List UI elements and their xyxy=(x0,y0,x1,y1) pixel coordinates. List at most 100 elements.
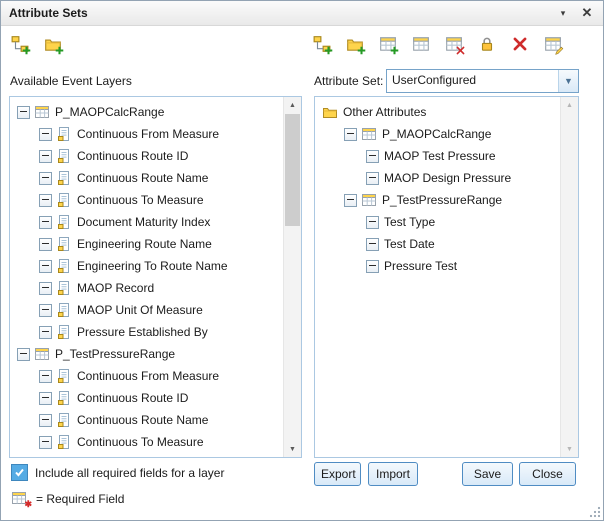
collapse-icon[interactable] xyxy=(39,216,52,229)
tree-row[interactable]: Continuous Route ID xyxy=(10,145,284,167)
tree-row[interactable]: Test Type xyxy=(315,211,561,233)
attribute-set-combobox[interactable]: UserConfigured ▼ xyxy=(386,69,579,93)
tree-row[interactable]: P_MAOPCalcRange xyxy=(315,123,561,145)
dialog-options-button[interactable]: ▾ xyxy=(555,5,571,21)
collapse-icon[interactable] xyxy=(39,304,52,317)
tree-row[interactable]: Pressure Established By xyxy=(10,321,284,343)
dialog-title: Attribute Sets xyxy=(9,6,547,20)
chevron-down-icon: ▾ xyxy=(561,8,566,19)
available-event-layers-list[interactable]: P_MAOPCalcRange Continuous From Measure … xyxy=(9,96,302,458)
field-icon xyxy=(56,434,72,450)
close-button[interactable]: ✕ xyxy=(579,5,595,21)
tree-row[interactable]: MAOP Record xyxy=(10,277,284,299)
tree-row[interactable]: MAOP Test Pressure xyxy=(315,145,561,167)
edit-table-button[interactable] xyxy=(542,33,564,55)
tree-item-label: P_TestPressureRange xyxy=(381,193,502,207)
table-button[interactable] xyxy=(410,33,432,55)
collapse-icon[interactable] xyxy=(366,216,379,229)
tree-row[interactable]: Continuous To Measure xyxy=(10,189,284,211)
close-icon: ✕ xyxy=(582,5,593,21)
tree-item-label: Test Date xyxy=(383,237,435,251)
export-button[interactable]: Export xyxy=(314,462,361,486)
tree-item-label: Continuous Route ID xyxy=(76,149,188,163)
close-dialog-button[interactable]: Close xyxy=(519,462,576,486)
tree-row[interactable]: MAOP Design Pressure xyxy=(315,167,561,189)
tree-item-label: Document Maturity Index xyxy=(76,215,210,229)
combobox-dropdown-icon[interactable]: ▼ xyxy=(558,70,578,92)
collapse-icon[interactable] xyxy=(17,106,30,119)
collapse-icon[interactable] xyxy=(366,238,379,251)
collapse-icon[interactable] xyxy=(39,260,52,273)
field-icon xyxy=(56,412,72,428)
tree-item-label: P_TestPressureRange xyxy=(54,347,175,361)
field-icon xyxy=(56,126,72,142)
tree-row[interactable]: P_TestPressureRange xyxy=(10,343,284,365)
include-required-fields-checkbox[interactable] xyxy=(11,464,28,481)
collapse-icon[interactable] xyxy=(39,282,52,295)
import-button[interactable]: Import xyxy=(368,462,418,486)
collapse-icon[interactable] xyxy=(39,326,52,339)
tree-row[interactable]: Pressure Test xyxy=(315,255,561,277)
tree-row[interactable]: Engineering Route Name xyxy=(10,233,284,255)
collapse-icon[interactable] xyxy=(39,370,52,383)
new-folder-button[interactable] xyxy=(344,33,366,55)
tree-item-label: Continuous Route Name xyxy=(76,413,208,427)
tree-row[interactable]: Continuous Route ID xyxy=(10,387,284,409)
tree-row[interactable]: P_TestPressureRange xyxy=(315,189,561,211)
tree-item-label: Engineering Route Name xyxy=(76,237,212,251)
delete-button[interactable] xyxy=(509,33,531,55)
tree-row[interactable]: Engineering To Route Name xyxy=(10,255,284,277)
tree-item-label: Other Attributes xyxy=(342,105,426,119)
scroll-up-button[interactable]: ▲ xyxy=(561,97,578,113)
collapse-icon[interactable] xyxy=(17,348,30,361)
collapse-icon[interactable] xyxy=(39,414,52,427)
left-tree-rows: P_MAOPCalcRange Continuous From Measure … xyxy=(10,97,284,457)
attribute-set-label: Attribute Set: xyxy=(314,72,383,90)
collapse-icon[interactable] xyxy=(39,172,52,185)
scroll-down-button[interactable]: ▼ xyxy=(561,441,578,457)
lock-button[interactable] xyxy=(476,33,498,55)
attribute-set-tree[interactable]: Other Attributes P_MAOPCalcRange MAOP Te… xyxy=(314,96,579,458)
tree-row[interactable]: Continuous From Measure xyxy=(10,123,284,145)
collapse-icon[interactable] xyxy=(39,238,52,251)
field-icon xyxy=(56,214,72,230)
right-scrollbar[interactable]: ▲ ▼ xyxy=(560,97,578,457)
collapse-icon[interactable] xyxy=(366,260,379,273)
collapse-icon[interactable] xyxy=(39,150,52,163)
collapse-icon[interactable] xyxy=(344,128,357,141)
scrollbar-thumb[interactable] xyxy=(285,114,300,226)
scroll-down-button[interactable]: ▼ xyxy=(284,441,301,457)
plus-icon xyxy=(323,45,334,56)
folder-icon xyxy=(322,104,338,120)
tree-row[interactable]: Continuous Route Name xyxy=(10,167,284,189)
left-scrollbar[interactable]: ▲ ▼ xyxy=(283,97,301,457)
include-required-fields-row[interactable]: Include all required fields for a layer xyxy=(11,464,224,481)
collapse-icon[interactable] xyxy=(39,128,52,141)
save-button[interactable]: Save xyxy=(462,462,513,486)
collapse-icon[interactable] xyxy=(39,436,52,449)
tree-row[interactable]: MAOP Unit Of Measure xyxy=(10,299,284,321)
collapse-icon[interactable] xyxy=(366,150,379,163)
resize-grip[interactable] xyxy=(588,505,601,518)
tree-row[interactable]: Continuous To Measure xyxy=(10,431,284,453)
scroll-up-button[interactable]: ▲ xyxy=(284,97,301,113)
remove-table-button[interactable] xyxy=(443,33,465,55)
tree-item-label: P_MAOPCalcRange xyxy=(381,127,491,141)
add-table-button[interactable] xyxy=(377,33,399,55)
tree-row[interactable]: P_MAOPCalcRange xyxy=(10,101,284,123)
tree-row[interactable]: Test Date xyxy=(315,233,561,255)
titlebar[interactable]: Attribute Sets ▾ ✕ xyxy=(1,1,603,26)
tree-row[interactable]: Other Attributes xyxy=(315,101,561,123)
tree-item-label: P_MAOPCalcRange xyxy=(54,105,164,119)
collapse-icon[interactable] xyxy=(39,194,52,207)
collapse-icon[interactable] xyxy=(39,392,52,405)
add-folder-button[interactable] xyxy=(42,33,64,55)
new-attribute-set-button[interactable] xyxy=(311,33,333,55)
table-icon xyxy=(361,192,377,208)
collapse-icon[interactable] xyxy=(344,194,357,207)
tree-row[interactable]: Document Maturity Index xyxy=(10,211,284,233)
tree-row[interactable]: Continuous From Measure xyxy=(10,365,284,387)
add-event-layer-button[interactable] xyxy=(9,33,31,55)
tree-row[interactable]: Continuous Route Name xyxy=(10,409,284,431)
collapse-icon[interactable] xyxy=(366,172,379,185)
